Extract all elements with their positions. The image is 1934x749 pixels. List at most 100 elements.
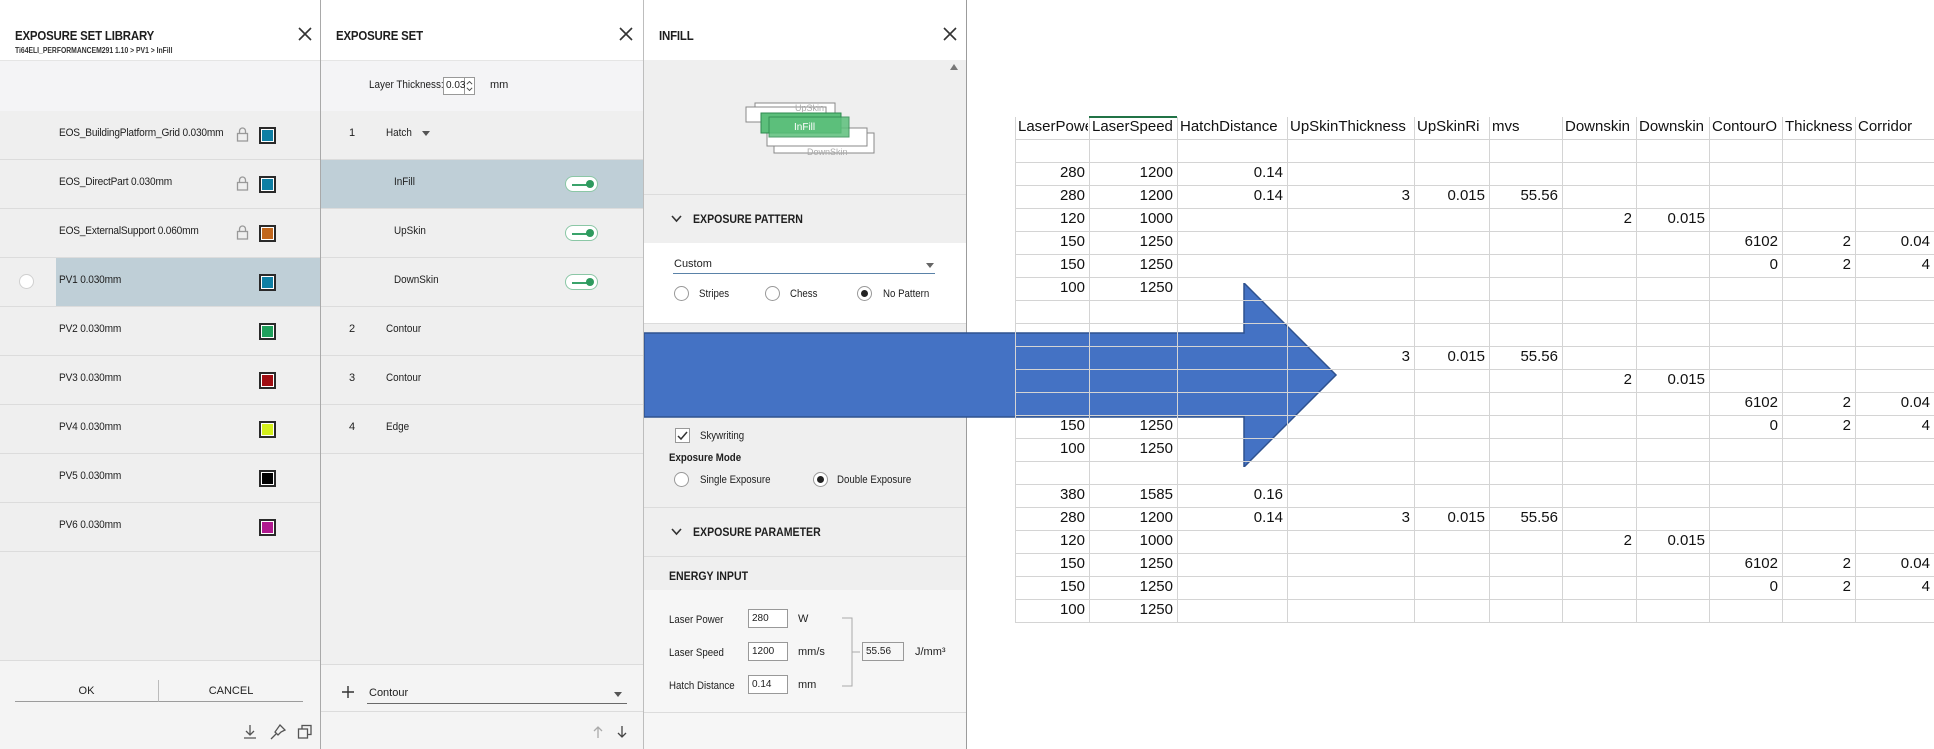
table-cell[interactable]: 2: [1782, 417, 1851, 434]
column-header[interactable]: Downskin: [1639, 118, 1708, 138]
table-cell[interactable]: 100: [1015, 440, 1085, 457]
move-down-icon[interactable]: [616, 725, 628, 739]
duplicate-icon[interactable]: [297, 724, 313, 740]
table-cell[interactable]: 4: [1855, 417, 1930, 434]
table-cell[interactable]: 1250: [1089, 440, 1173, 457]
library-item[interactable]: PV5 0.030mm: [0, 454, 320, 503]
table-cell[interactable]: 0.015: [1414, 187, 1485, 204]
table-cell[interactable]: 1250: [1089, 578, 1173, 595]
table-cell[interactable]: 280: [1015, 164, 1085, 181]
table-cell[interactable]: 0.14: [1177, 164, 1283, 181]
library-item[interactable]: PV2 0.030mm: [0, 307, 320, 356]
column-header[interactable]: Downskin: [1565, 118, 1635, 138]
table-cell[interactable]: 4: [1855, 578, 1930, 595]
table-cell[interactable]: 1000: [1089, 532, 1173, 549]
column-header[interactable]: HatchDistance: [1180, 118, 1286, 138]
table-cell[interactable]: 2: [1562, 210, 1632, 227]
table-cell[interactable]: 55.56: [1489, 509, 1558, 526]
table-cell[interactable]: 0: [1709, 417, 1778, 434]
selection-radio[interactable]: [19, 274, 34, 289]
table-cell[interactable]: 150: [1015, 233, 1085, 250]
table-cell[interactable]: 0.04: [1855, 394, 1930, 411]
table-cell[interactable]: 0.04: [1855, 555, 1930, 572]
table-cell[interactable]: 1250: [1089, 417, 1173, 434]
exposure-group-row[interactable]: 2 Contour: [321, 307, 643, 356]
table-cell[interactable]: 0.015: [1636, 371, 1705, 388]
table-cell[interactable]: 280: [1015, 187, 1085, 204]
table-cell[interactable]: 6102: [1709, 394, 1778, 411]
ok-button[interactable]: OK: [15, 680, 159, 702]
table-cell[interactable]: 150: [1015, 578, 1085, 595]
table-cell[interactable]: 0: [1709, 578, 1778, 595]
library-item[interactable]: EOS_ExternalSupport 0.060mm: [0, 209, 320, 258]
color-swatch[interactable]: [259, 470, 276, 487]
table-cell[interactable]: 150: [1015, 555, 1085, 572]
column-header[interactable]: LaserSpeed: [1092, 118, 1176, 138]
chevron-down-icon[interactable]: [422, 131, 430, 137]
library-item[interactable]: EOS_BuildingPlatform_Grid 0.030mm: [0, 111, 320, 160]
table-cell[interactable]: 0.015: [1414, 348, 1485, 365]
color-swatch[interactable]: [259, 519, 276, 536]
exposure-group-row[interactable]: 3 Contour: [321, 356, 643, 405]
table-cell[interactable]: 100: [1015, 279, 1085, 296]
cancel-button[interactable]: CANCEL: [159, 680, 303, 702]
color-swatch[interactable]: [259, 421, 276, 438]
color-swatch[interactable]: [259, 176, 276, 193]
scroll-up-icon[interactable]: [950, 64, 958, 70]
column-header[interactable]: ContourO: [1712, 118, 1781, 138]
table-cell[interactable]: 1200: [1089, 164, 1173, 181]
layer-thickness-input[interactable]: 0.03: [443, 77, 465, 95]
table-cell[interactable]: 2: [1782, 233, 1851, 250]
table-cell[interactable]: 6102: [1709, 233, 1778, 250]
table-cell[interactable]: 55.56: [1489, 187, 1558, 204]
pattern-select[interactable]: Custom: [673, 256, 935, 274]
exposure-toggle[interactable]: [565, 274, 598, 290]
table-cell[interactable]: 1250: [1089, 256, 1173, 273]
table-cell[interactable]: 1250: [1089, 233, 1173, 250]
exposure-group-row[interactable]: 4 Edge: [321, 405, 643, 454]
library-item[interactable]: PV4 0.030mm: [0, 405, 320, 454]
table-cell[interactable]: 2: [1782, 555, 1851, 572]
table-cell[interactable]: 3: [1287, 509, 1410, 526]
table-cell[interactable]: 380: [1015, 486, 1085, 503]
table-cell[interactable]: 0.015: [1414, 509, 1485, 526]
table-cell[interactable]: 1585: [1089, 486, 1173, 503]
table-cell[interactable]: 0.14: [1177, 509, 1283, 526]
table-cell[interactable]: 0.16: [1177, 486, 1283, 503]
exposure-pattern-section-header[interactable]: EXPOSURE PATTERN: [644, 194, 966, 243]
table-cell[interactable]: 1250: [1089, 601, 1173, 618]
color-swatch[interactable]: [259, 127, 276, 144]
table-cell[interactable]: 0.015: [1636, 532, 1705, 549]
table-cell[interactable]: 150: [1015, 256, 1085, 273]
column-header[interactable]: UpSkinRi: [1417, 118, 1488, 138]
library-item[interactable]: PV1 0.030mm: [0, 258, 320, 307]
column-header[interactable]: mvs: [1492, 118, 1561, 138]
laser-speed-input[interactable]: 1200: [748, 642, 788, 661]
table-cell[interactable]: 55.56: [1489, 348, 1558, 365]
table-cell[interactable]: 1250: [1089, 555, 1173, 572]
exposure-group-row[interactable]: 1 Hatch: [321, 111, 643, 160]
table-cell[interactable]: 3: [1287, 348, 1410, 365]
library-item[interactable]: PV3 0.030mm: [0, 356, 320, 405]
table-cell[interactable]: 1250: [1089, 279, 1173, 296]
table-cell[interactable]: 1000: [1089, 210, 1173, 227]
exposure-toggle[interactable]: [565, 176, 598, 192]
table-cell[interactable]: 6102: [1709, 555, 1778, 572]
table-cell[interactable]: 1200: [1089, 509, 1173, 526]
hatch-distance-input[interactable]: 0.14: [748, 675, 788, 694]
close-icon[interactable]: [618, 26, 634, 42]
spinner-icon[interactable]: [465, 77, 475, 95]
plus-icon[interactable]: [341, 685, 355, 699]
library-item[interactable]: PV6 0.030mm: [0, 503, 320, 552]
table-cell[interactable]: 120: [1015, 210, 1085, 227]
color-swatch[interactable]: [259, 274, 276, 291]
table-cell[interactable]: 0.015: [1636, 210, 1705, 227]
table-cell[interactable]: 0.14: [1177, 187, 1283, 204]
chevron-down-icon[interactable]: [926, 263, 934, 268]
table-cell[interactable]: 2: [1782, 394, 1851, 411]
single-exposure-radio[interactable]: [674, 472, 689, 487]
close-icon[interactable]: [297, 26, 313, 42]
exposure-sub-row[interactable]: DownSkin: [321, 258, 643, 307]
table-cell[interactable]: 1200: [1089, 187, 1173, 204]
pin-icon[interactable]: [270, 724, 286, 740]
